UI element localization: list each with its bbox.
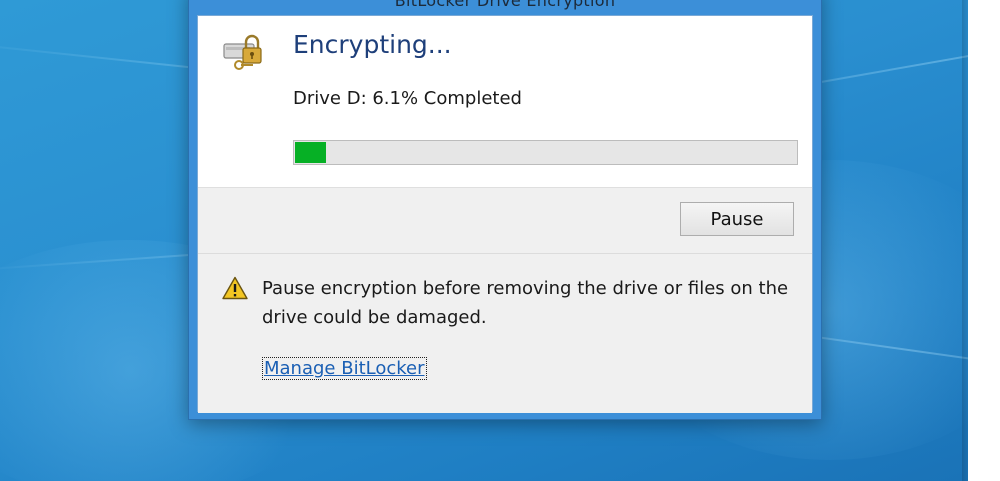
- drive-lock-icon: [223, 34, 262, 70]
- encryption-progress-bar: [293, 140, 798, 165]
- window-client-area: Encrypting... Drive D: 6.1% Completed Pa…: [197, 15, 813, 413]
- warning-message: Pause encryption before removing the dri…: [262, 278, 789, 328]
- manage-bitlocker-link[interactable]: Manage BitLocker: [262, 357, 427, 380]
- progress-fill: [295, 142, 326, 163]
- page-title: Encrypting...: [293, 30, 452, 59]
- progress-status-text: Drive D: 6.1% Completed: [293, 88, 522, 109]
- window-title: BitLocker Drive Encryption: [394, 0, 616, 10]
- bitlocker-window: BitLocker Drive Encryption Encrypting...…: [188, 0, 822, 420]
- section-divider: [198, 253, 812, 254]
- pause-button[interactable]: Pause: [680, 202, 794, 236]
- warning-icon: [222, 276, 248, 300]
- actions-section: Pause Pause encryption before removing t…: [198, 187, 812, 413]
- progress-section: Encrypting... Drive D: 6.1% Completed: [198, 16, 812, 187]
- adjacent-window-edge: [968, 0, 1000, 481]
